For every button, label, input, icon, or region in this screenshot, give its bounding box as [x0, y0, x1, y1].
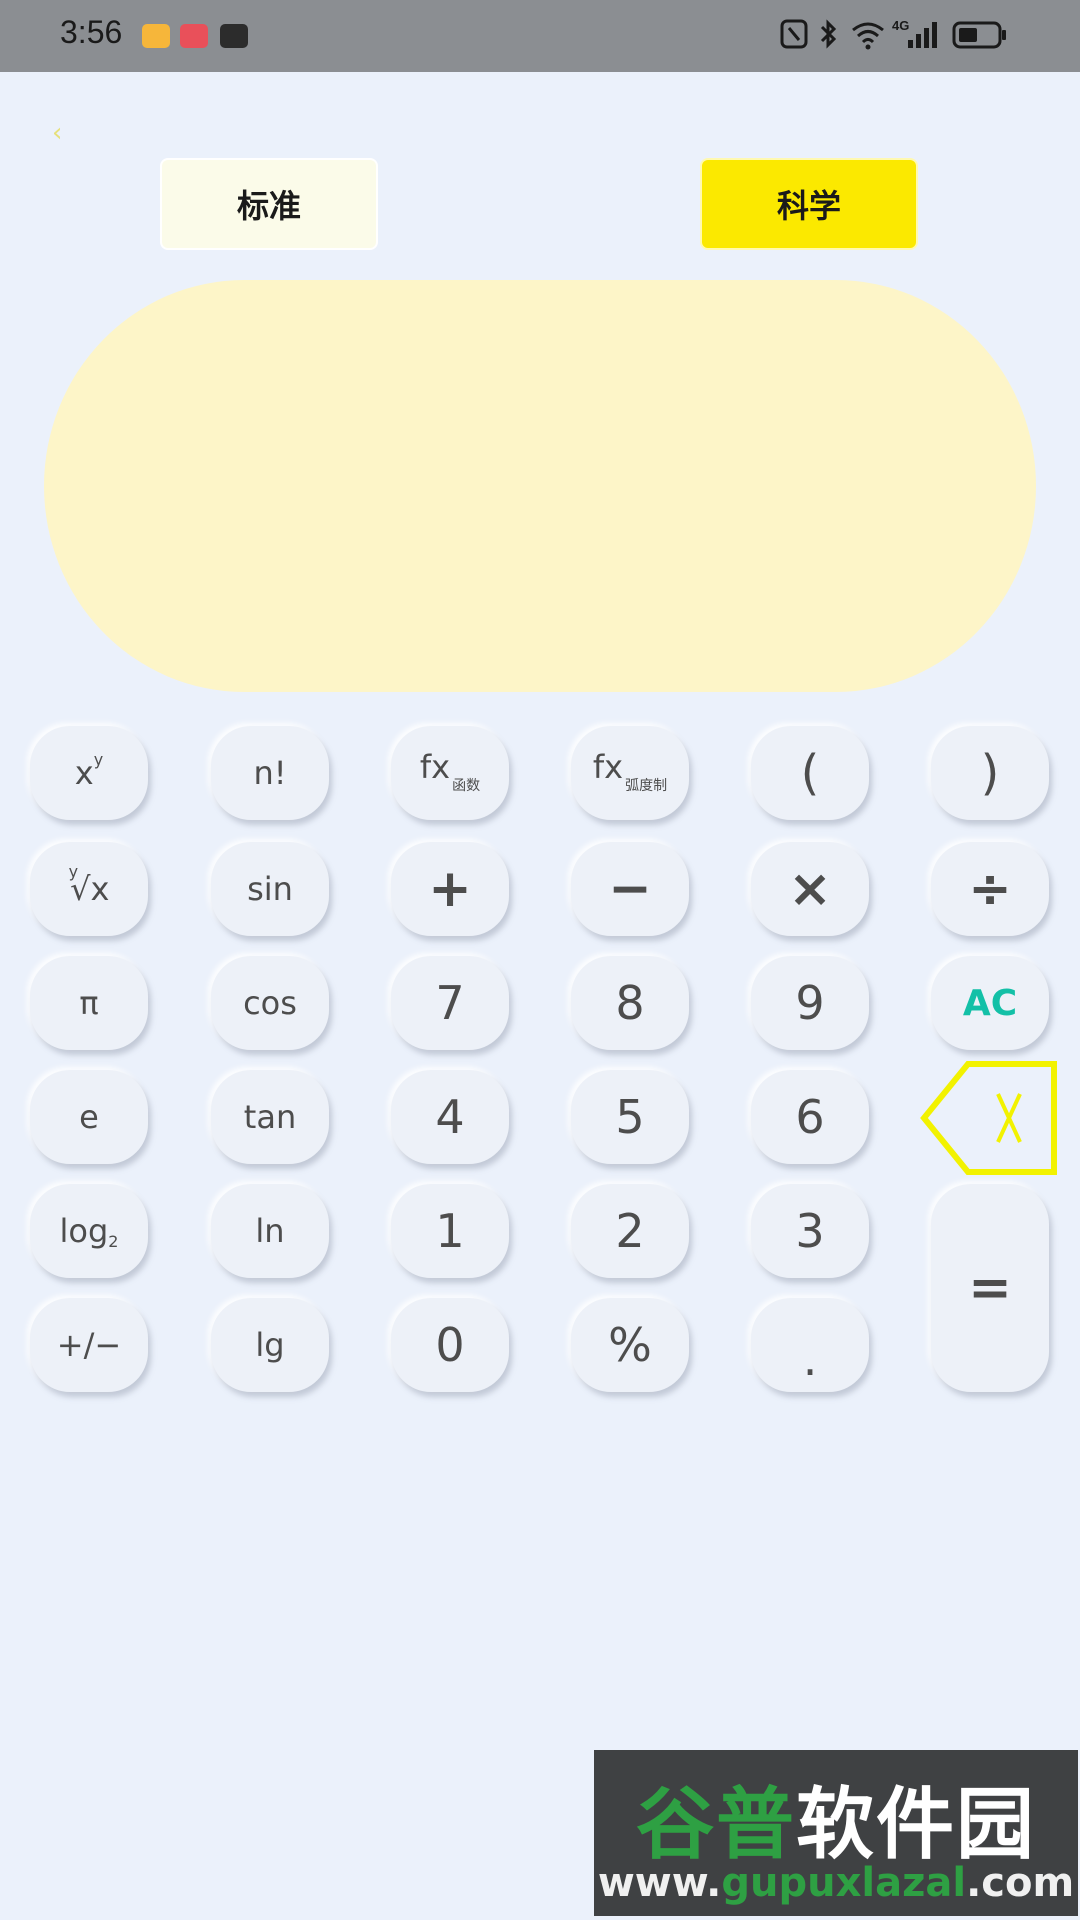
- lg-label: lg: [255, 1326, 285, 1364]
- digit-3-label: 3: [795, 1204, 825, 1258]
- watermark-url-c: .com: [966, 1860, 1075, 1906]
- minus-label: −: [608, 859, 652, 919]
- percent-label: %: [608, 1318, 652, 1372]
- power-label: x: [74, 754, 94, 792]
- status-time: 3:56: [60, 14, 123, 50]
- ln-button[interactable]: ln: [211, 1184, 329, 1278]
- log2-sub: 2: [108, 1231, 119, 1251]
- sin-button[interactable]: sin: [211, 842, 329, 936]
- digit-0-label: 0: [435, 1318, 465, 1372]
- decimal-point-button[interactable]: .: [751, 1298, 869, 1392]
- sin-label: sin: [247, 870, 293, 908]
- sign-toggle-label: +/−: [56, 1326, 122, 1364]
- notification-app-icon: [142, 24, 170, 48]
- calculator-display: [44, 280, 1036, 692]
- equals-button[interactable]: =: [931, 1184, 1049, 1392]
- divide-button[interactable]: ÷: [931, 842, 1049, 936]
- divide-label: ÷: [968, 859, 1012, 919]
- watermark-title: 谷普软件园: [594, 1762, 1078, 1874]
- right-paren-button[interactable]: ): [931, 726, 1049, 820]
- digit-4-button[interactable]: 4: [391, 1070, 509, 1164]
- notification-book-icon: [180, 24, 208, 48]
- digit-7-button[interactable]: 7: [391, 956, 509, 1050]
- cos-label: cos: [243, 984, 297, 1022]
- tan-label: tan: [243, 1098, 297, 1136]
- digit-5-button[interactable]: 5: [571, 1070, 689, 1164]
- digit-1-button[interactable]: 1: [391, 1184, 509, 1278]
- tab-standard[interactable]: 标准: [162, 160, 376, 248]
- digit-0-button[interactable]: 0: [391, 1298, 509, 1392]
- all-clear-button[interactable]: AC: [931, 956, 1049, 1050]
- radian-sub: 弧度制: [625, 778, 668, 794]
- tan-button[interactable]: tan: [211, 1070, 329, 1164]
- equals-label: =: [968, 1258, 1012, 1318]
- digit-8-button[interactable]: 8: [571, 956, 689, 1050]
- notification-huawei-icon: [220, 24, 248, 48]
- function-button[interactable]: fx 函数: [391, 726, 509, 820]
- multiply-label: ×: [788, 859, 832, 919]
- digit-5-label: 5: [615, 1090, 645, 1144]
- watermark-url-b: gupuxlazal: [721, 1860, 967, 1906]
- digit-6-button[interactable]: 6: [751, 1070, 869, 1164]
- digit-3-button[interactable]: 3: [751, 1184, 869, 1278]
- factorial-label: n!: [253, 754, 287, 792]
- battery-icon: [952, 21, 1006, 49]
- digit-4-label: 4: [435, 1090, 465, 1144]
- signal-icon: [908, 22, 937, 48]
- right-paren-label: ): [980, 745, 1000, 801]
- euler-label: e: [79, 1098, 99, 1136]
- lg-button[interactable]: lg: [211, 1298, 329, 1392]
- pi-button[interactable]: π: [30, 956, 148, 1050]
- bluetooth-icon: [820, 19, 837, 49]
- left-paren-label: (: [800, 745, 820, 801]
- radian-button[interactable]: fx 弧度制: [571, 726, 689, 820]
- minus-button[interactable]: −: [571, 842, 689, 936]
- digit-8-label: 8: [615, 976, 645, 1030]
- factorial-button[interactable]: n!: [211, 726, 329, 820]
- watermark-logo: 谷普软件园 www.gupuxlazal.com: [594, 1750, 1078, 1916]
- decimal-point-label: .: [802, 1332, 818, 1386]
- wifi-icon: [852, 22, 884, 50]
- digit-2-button[interactable]: 2: [571, 1184, 689, 1278]
- digit-9-label: 9: [795, 976, 825, 1030]
- digit-2-label: 2: [615, 1204, 645, 1258]
- function-sub: 函数: [452, 778, 481, 794]
- pi-label: π: [79, 984, 99, 1022]
- power-sup: y: [93, 749, 104, 769]
- left-paren-button[interactable]: (: [751, 726, 869, 820]
- multiply-button[interactable]: ×: [751, 842, 869, 936]
- function-label: fx: [419, 748, 451, 786]
- sign-toggle-button[interactable]: +/−: [30, 1298, 148, 1392]
- back-button[interactable]: ‹: [52, 118, 62, 148]
- nfc-icon: [780, 19, 808, 49]
- watermark-title-b: 软件园: [796, 1780, 1037, 1870]
- ln-label: ln: [255, 1212, 285, 1250]
- digit-9-button[interactable]: 9: [751, 956, 869, 1050]
- cos-button[interactable]: cos: [211, 956, 329, 1050]
- backspace-icon[interactable]: [920, 1060, 1060, 1176]
- digit-6-label: 6: [795, 1090, 825, 1144]
- root-sup: y: [68, 861, 79, 881]
- log2-button[interactable]: log 2: [30, 1184, 148, 1278]
- all-clear-label: AC: [962, 982, 1018, 1024]
- system-icons: 4G: [780, 18, 1040, 54]
- power-button[interactable]: xy: [30, 726, 148, 820]
- watermark-url-a: www.: [597, 1860, 722, 1906]
- watermark-url: www.gupuxlazal.com: [594, 1860, 1078, 1906]
- percent-button[interactable]: %: [571, 1298, 689, 1392]
- radian-label: fx: [592, 748, 624, 786]
- plus-label: +: [428, 859, 472, 919]
- digit-1-label: 1: [435, 1204, 465, 1258]
- log2-label: log: [59, 1212, 109, 1250]
- euler-button[interactable]: e: [30, 1070, 148, 1164]
- tab-scientific[interactable]: 科学: [702, 160, 916, 248]
- plus-button[interactable]: +: [391, 842, 509, 936]
- digit-7-label: 7: [435, 976, 465, 1030]
- root-button[interactable]: y √x: [30, 842, 148, 936]
- watermark-title-a: 谷普: [635, 1780, 796, 1870]
- status-bar: 3:56 4G: [0, 0, 1080, 72]
